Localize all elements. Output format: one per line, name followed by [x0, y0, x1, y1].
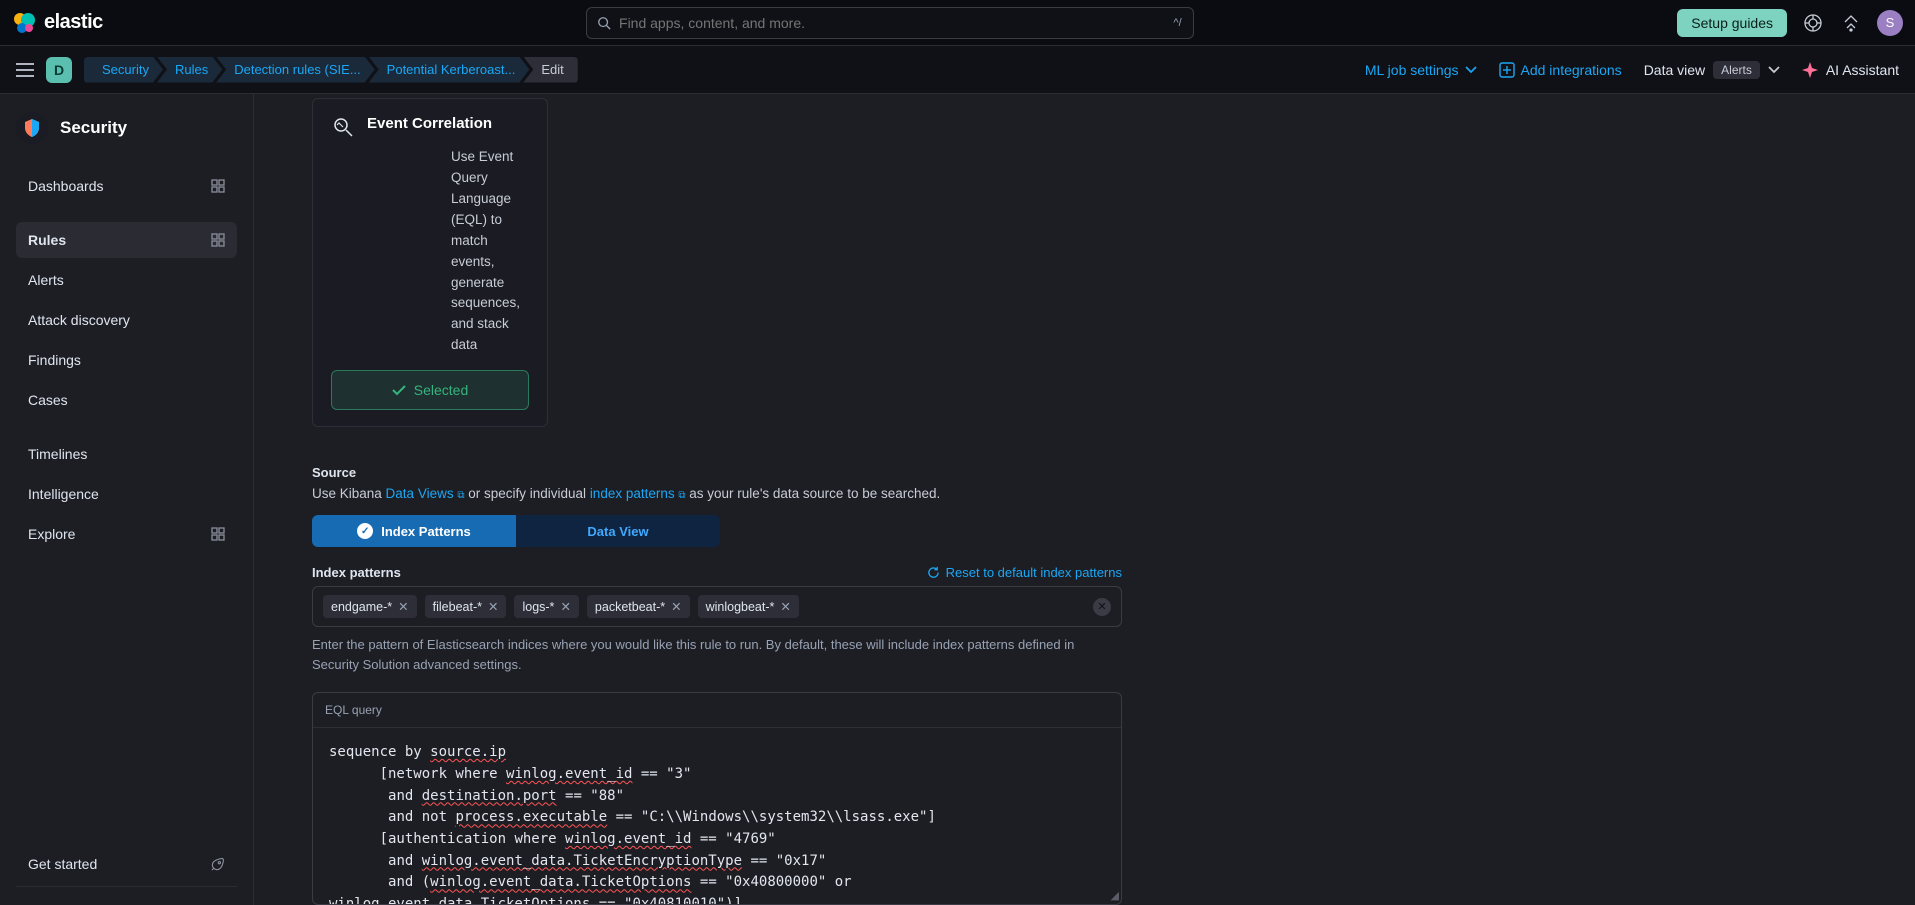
remove-chip-icon[interactable]: ✕ — [671, 599, 681, 614]
eql-query-box: EQL query sequence by source.ip [network… — [312, 692, 1122, 905]
global-search[interactable] — [586, 7, 1168, 39]
sidebar-item-rules[interactable]: Rules — [16, 222, 237, 258]
source-toggle-group: ✓ Index Patterns Data View — [312, 515, 720, 547]
grid-icon — [211, 233, 225, 247]
sidebar-heading: Security — [16, 112, 237, 144]
sidebar-item-timelines[interactable]: Timelines — [16, 436, 237, 472]
sidebar-item-dashboards[interactable]: Dashboards — [16, 168, 237, 204]
grid-icon — [211, 527, 225, 541]
pattern-chip: filebeat-*✕ — [425, 595, 507, 618]
pattern-chip: logs-*✕ — [514, 595, 578, 618]
eql-query-textarea[interactable]: sequence by source.ip [network where win… — [313, 728, 1121, 904]
clear-all-icon[interactable]: ✕ — [1093, 598, 1111, 616]
ml-job-settings-link[interactable]: ML job settings — [1365, 62, 1477, 78]
nav-toggle-icon[interactable] — [16, 63, 34, 77]
toggle-data-view[interactable]: Data View — [516, 515, 720, 547]
search-icon — [597, 16, 611, 30]
check-dot-icon: ✓ — [357, 523, 373, 539]
breadcrumb-edit: Edit — [523, 57, 577, 83]
remove-chip-icon[interactable]: ✕ — [488, 599, 498, 614]
card-title: Event Correlation — [367, 115, 492, 139]
newsfeed-icon[interactable] — [1839, 11, 1863, 35]
sidebar: Security Dashboards Rules Alerts Attack … — [0, 94, 254, 905]
pattern-chip: winlogbeat-*✕ — [698, 595, 799, 618]
reset-index-patterns-link[interactable]: Reset to default index patterns — [927, 565, 1122, 580]
main-content: Event Correlation Use Event Query Langua… — [254, 94, 1915, 905]
shield-icon — [16, 112, 48, 144]
search-input[interactable] — [619, 15, 1157, 31]
top-header: elastic ^/ Setup guides S — [0, 0, 1915, 46]
eql-icon — [331, 115, 355, 139]
source-help-text: Use Kibana Data Views ⧉ or specify indiv… — [312, 486, 1122, 501]
check-icon — [392, 385, 406, 396]
sidebar-item-attack-discovery[interactable]: Attack discovery — [16, 302, 237, 338]
sidebar-item-intelligence[interactable]: Intelligence — [16, 476, 237, 512]
rocket-icon — [210, 857, 225, 872]
chevron-down-icon — [1768, 66, 1780, 74]
card-description: Use Event Query Language (EQL) to match … — [411, 147, 529, 356]
breadcrumb: Security Rules Detection rules (SIE... P… — [84, 57, 578, 83]
add-integrations-link[interactable]: Add integrations — [1499, 62, 1622, 78]
sparkle-icon — [1802, 62, 1818, 78]
eql-query-label: EQL query — [313, 693, 1121, 728]
space-badge[interactable]: D — [46, 57, 72, 83]
remove-chip-icon[interactable]: ✕ — [560, 599, 570, 614]
user-avatar[interactable]: S — [1877, 10, 1903, 36]
external-link-icon: ⧉ — [678, 490, 685, 501]
grid-icon — [211, 179, 225, 193]
brand-logo[interactable]: elastic — [12, 11, 103, 35]
plus-box-icon — [1499, 62, 1515, 78]
data-views-link[interactable]: Data Views ⧉ — [386, 486, 465, 501]
remove-chip-icon[interactable]: ✕ — [398, 599, 408, 614]
pattern-chip: packetbeat-*✕ — [587, 595, 690, 618]
index-patterns-label: Index patterns — [312, 565, 401, 580]
toggle-index-patterns[interactable]: ✓ Index Patterns — [312, 515, 516, 547]
setup-guides-button[interactable]: Setup guides — [1677, 9, 1787, 37]
source-section: Source Use Kibana Data Views ⧉ or specif… — [312, 465, 1122, 905]
breadcrumb-detection-rules[interactable]: Detection rules (SIE... — [216, 57, 374, 83]
remove-chip-icon[interactable]: ✕ — [780, 599, 790, 614]
source-label: Source — [312, 465, 1122, 480]
selected-badge: Selected — [331, 370, 529, 410]
sidebar-item-get-started[interactable]: Get started — [16, 846, 237, 882]
refresh-icon — [927, 566, 940, 579]
rule-type-card-event-correlation[interactable]: Event Correlation Use Event Query Langua… — [312, 98, 548, 427]
pattern-chip: endgame-*✕ — [323, 595, 417, 618]
data-view-value-badge: Alerts — [1713, 61, 1760, 79]
sidebar-item-findings[interactable]: Findings — [16, 342, 237, 378]
ai-assistant-button[interactable]: AI Assistant — [1802, 62, 1899, 78]
index-patterns-help: Enter the pattern of Elasticsearch indic… — [312, 635, 1122, 674]
search-shortcut-hint: ^/ — [1162, 7, 1194, 39]
index-patterns-input[interactable]: endgame-*✕ filebeat-*✕ logs-*✕ packetbea… — [312, 586, 1122, 627]
data-view-selector[interactable]: Data view Alerts — [1644, 61, 1780, 79]
sidebar-item-explore[interactable]: Explore — [16, 516, 237, 552]
elastic-logo-icon — [12, 11, 36, 35]
brand-text: elastic — [44, 11, 103, 34]
sidebar-item-alerts[interactable]: Alerts — [16, 262, 237, 298]
breadcrumb-rules[interactable]: Rules — [157, 57, 222, 83]
chevron-down-icon — [1465, 66, 1477, 74]
sub-header: D Security Rules Detection rules (SIE...… — [0, 46, 1915, 94]
external-link-icon: ⧉ — [457, 490, 464, 501]
breadcrumb-rule-name[interactable]: Potential Kerberoast... — [369, 57, 530, 83]
breadcrumb-security[interactable]: Security — [84, 57, 163, 83]
index-patterns-link[interactable]: index patterns ⧉ — [590, 486, 686, 501]
sidebar-title: Security — [60, 118, 127, 138]
resize-handle-icon[interactable]: ◢ — [1111, 889, 1119, 902]
help-icon[interactable] — [1801, 11, 1825, 35]
sidebar-item-cases[interactable]: Cases — [16, 382, 237, 418]
